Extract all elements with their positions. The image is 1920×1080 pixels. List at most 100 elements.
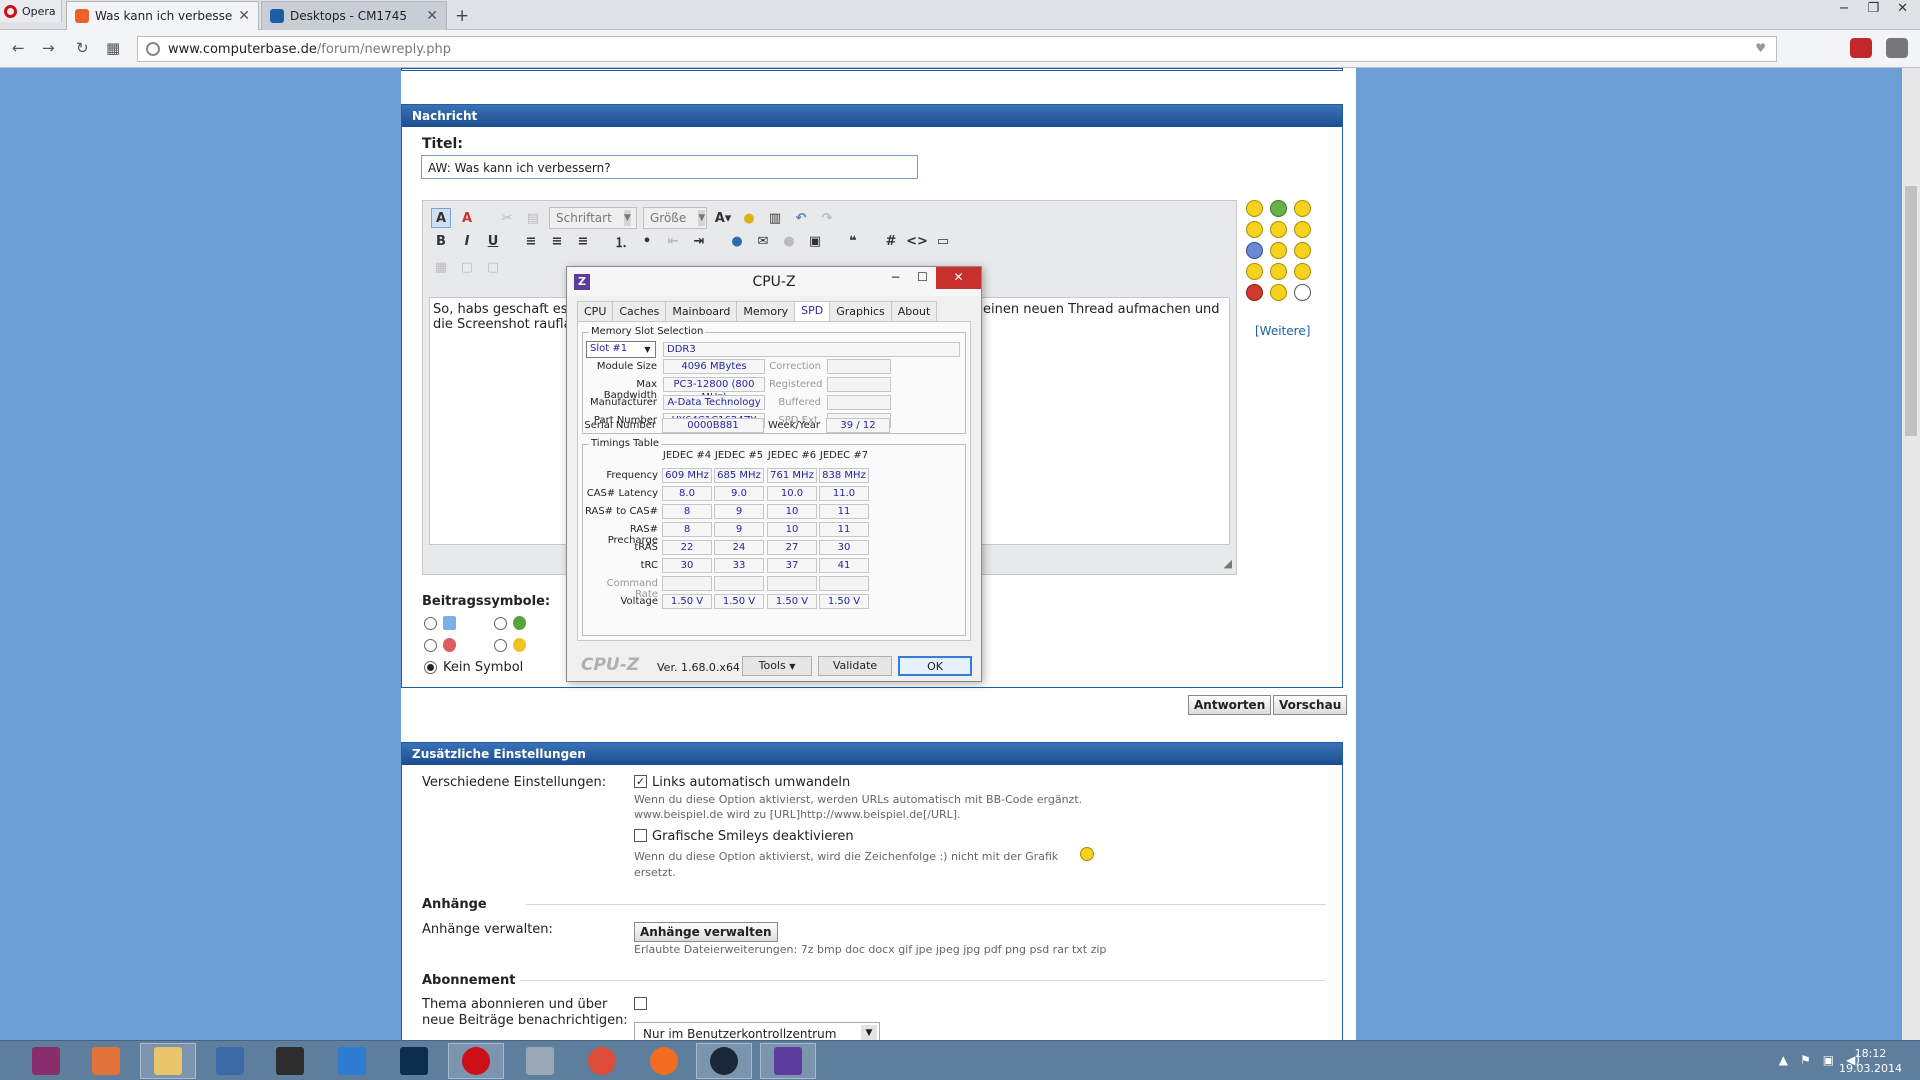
quote-icon[interactable]: ❝	[843, 231, 863, 251]
cut-icon[interactable]: ✂	[497, 208, 517, 228]
outdent-icon[interactable]: ⇤	[663, 231, 683, 251]
radio[interactable]	[494, 616, 507, 630]
winrar-taskbar-icon[interactable]	[18, 1043, 74, 1079]
underline-button[interactable]: U	[483, 231, 503, 251]
smiley-icon[interactable]	[1294, 263, 1311, 280]
steam-taskbar-icon[interactable]	[696, 1043, 752, 1079]
preview-button[interactable]: Vorschau	[1273, 695, 1348, 715]
download-icon[interactable]	[1886, 38, 1908, 58]
manage-attachments-button[interactable]: Anhänge verwalten	[634, 922, 778, 942]
title-input[interactable]: AW: Was kann ich verbessern?	[421, 155, 918, 179]
tray-expand-icon[interactable]: ▲	[1779, 1053, 1788, 1067]
opera-menu-button[interactable]: Opera	[0, 0, 62, 22]
address-bar[interactable]: www.computerbase.de/forum/newreply.php ♥	[137, 36, 1777, 62]
restore-window-button[interactable]: ❐	[1867, 1, 1879, 16]
unordered-list-icon[interactable]: •	[637, 231, 657, 251]
size-select[interactable]: Größe ▼	[643, 207, 707, 229]
smiley-icon[interactable]	[1270, 221, 1287, 238]
text-color-icon[interactable]: A▾	[713, 208, 733, 228]
tab-graphics[interactable]: Graphics	[829, 301, 892, 321]
smiley-icon[interactable]	[1246, 200, 1263, 217]
page-scrollbar[interactable]	[1902, 68, 1920, 1040]
radio[interactable]	[424, 616, 437, 630]
cpuz-maximize-button[interactable]: ☐	[909, 267, 936, 289]
smiley-icon[interactable]	[1294, 200, 1311, 217]
network-icon[interactable]: ▣	[1823, 1053, 1834, 1067]
email-icon[interactable]: ✉	[753, 231, 773, 251]
tab-caches[interactable]: Caches	[612, 301, 667, 321]
tab-cpu[interactable]: CPU	[577, 301, 614, 321]
smiley-icon[interactable]	[1294, 242, 1311, 259]
slot-select[interactable]: Slot #1 ▼	[586, 341, 656, 358]
photoshop-taskbar-icon[interactable]	[386, 1043, 442, 1079]
smiley-icon[interactable]	[1246, 263, 1263, 280]
office-taskbar-icon[interactable]	[78, 1043, 134, 1079]
forward-button[interactable]: →	[42, 39, 55, 57]
smiley-icon[interactable]	[1270, 242, 1287, 259]
explorer-taskbar-icon[interactable]	[140, 1043, 196, 1079]
tab-mainboard[interactable]: Mainboard	[665, 301, 738, 321]
cpuz-taskbar-icon[interactable]	[760, 1043, 816, 1079]
media-player-taskbar-icon[interactable]	[324, 1043, 380, 1079]
php-code-icon[interactable]: ▭	[933, 231, 953, 251]
app-taskbar-icon[interactable]	[512, 1043, 568, 1079]
insert-media-icon[interactable]: ▥	[765, 208, 785, 228]
no-icon-option[interactable]: Kein Symbol	[424, 660, 523, 675]
resize-grip-icon[interactable]: ◢	[1224, 557, 1232, 570]
chrome-taskbar-icon[interactable]	[574, 1043, 630, 1079]
align-right-icon[interactable]: ≡	[573, 231, 593, 251]
smiley-icon[interactable]	[1270, 284, 1287, 301]
opera-taskbar-icon[interactable]	[448, 1043, 504, 1079]
post-icon-option[interactable]	[494, 616, 564, 630]
table-icon[interactable]: ▦	[431, 257, 451, 277]
more-smilies-link[interactable]: [Weitere]	[1255, 324, 1310, 338]
reply-button[interactable]: Antworten	[1188, 695, 1272, 715]
remove-format-icon[interactable]: A	[457, 208, 477, 228]
bookmark-heart-icon[interactable]: ♥	[1755, 41, 1766, 55]
smiley-icon[interactable]	[1270, 200, 1287, 217]
tab-was-kann-ich-verbessern[interactable]: Was kann ich verbessern? ✕	[66, 1, 259, 30]
reload-button[interactable]: ↻	[76, 39, 89, 57]
italic-button[interactable]: I	[457, 231, 477, 251]
redo-icon[interactable]: ↷	[817, 208, 837, 228]
taskbar-clock[interactable]: 18:12 19.03.2014	[1839, 1046, 1902, 1076]
back-button[interactable]: ←	[12, 39, 25, 57]
align-left-icon[interactable]: ≡	[521, 231, 541, 251]
link-icon[interactable]: ●	[727, 231, 747, 251]
toolbar-icon[interactable]: ▢	[457, 257, 477, 277]
flag-icon[interactable]: ⚑	[1800, 1053, 1811, 1067]
cpuz-titlebar[interactable]: Z CPU-Z − ☐ ✕	[567, 267, 981, 296]
subscribe-checkbox[interactable]	[634, 997, 647, 1010]
smiley-icon[interactable]	[1246, 221, 1263, 238]
extension-icon[interactable]	[1850, 38, 1872, 58]
speed-dial-icon[interactable]: ▦	[106, 39, 120, 57]
disable-smilies-checkbox[interactable]	[634, 829, 647, 842]
smiley-picker-icon[interactable]: ●	[739, 208, 759, 228]
close-tab-icon[interactable]: ✕	[238, 8, 250, 24]
close-window-button[interactable]: ✕	[1897, 1, 1908, 16]
tab-about[interactable]: About	[890, 301, 938, 321]
smiley-icon[interactable]	[1294, 221, 1311, 238]
origin-taskbar-icon[interactable]	[636, 1043, 692, 1079]
code-button[interactable]: <>	[906, 231, 928, 251]
bold-button[interactable]: B	[431, 231, 451, 251]
minimize-window-button[interactable]: −	[1839, 1, 1850, 16]
radio[interactable]	[424, 638, 437, 652]
scrollbar-thumb[interactable]	[1905, 186, 1917, 436]
toolbar-icon[interactable]: ▢	[483, 257, 503, 277]
hash-button[interactable]: #	[881, 231, 901, 251]
validate-button[interactable]: Validate	[818, 656, 892, 676]
smiley-icon[interactable]	[1294, 284, 1311, 301]
new-tab-button[interactable]: +	[455, 6, 469, 26]
unlink-icon[interactable]: ●	[779, 231, 799, 251]
smiley-icon[interactable]	[1246, 242, 1263, 259]
smiley-icon[interactable]	[1270, 263, 1287, 280]
wysiwyg-mode-icon[interactable]: A	[431, 208, 451, 228]
cpuz-minimize-button[interactable]: −	[882, 267, 909, 289]
smiley-icon[interactable]	[1246, 284, 1263, 301]
tab-spd[interactable]: SPD	[794, 301, 831, 321]
ordered-list-icon[interactable]: ⒈	[611, 231, 631, 251]
post-icon-option[interactable]	[494, 638, 564, 652]
app-taskbar-icon[interactable]	[202, 1043, 258, 1079]
radio-selected[interactable]	[424, 661, 437, 674]
